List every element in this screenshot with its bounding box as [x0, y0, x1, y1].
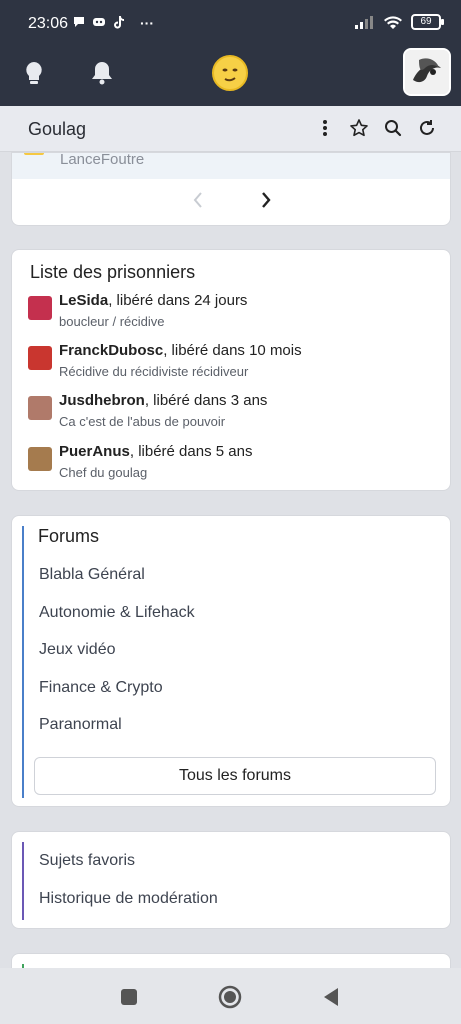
home-button[interactable] — [217, 984, 243, 1010]
prisoners-title: Liste des prisonniers — [30, 262, 196, 282]
favorites-card: Sujets favoris Historique de modération — [11, 831, 451, 929]
prisoner-item[interactable]: LeSida, libéré dans 24 jours boucleur / … — [28, 292, 438, 334]
page-title: Goulag — [28, 119, 87, 139]
status-time: 23:06 — [28, 15, 69, 32]
prisoner-avatar — [28, 346, 52, 370]
prisoners-card: Liste des prisonniers LeSida, libéré dan… — [11, 249, 451, 491]
bell-icon[interactable] — [88, 58, 116, 88]
favorites-accent-bar — [22, 842, 24, 920]
last-messages-card: LanceFoutre — [11, 152, 451, 226]
topic-color-marker — [24, 153, 44, 155]
prisoner-item[interactable]: PuerAnus, libéré dans 5 ans Chef du goul… — [28, 443, 438, 485]
forum-link-finance[interactable]: Finance & Crypto — [39, 679, 163, 697]
star-icon[interactable] — [349, 118, 369, 138]
prisoner-item[interactable]: FranckDubosc, libéré dans 10 mois Récidi… — [28, 342, 438, 384]
recent-apps-button[interactable] — [116, 984, 142, 1010]
prisoner-name[interactable]: LeSida — [59, 292, 108, 309]
notification-icons: ··· — [72, 15, 154, 31]
prisoner-release: , libéré dans 24 jours — [108, 292, 248, 309]
forum-link-autonomie[interactable]: Autonomie & Lifehack — [39, 604, 195, 622]
prisoner-reason: boucleur / récidive — [59, 314, 165, 329]
prisoner-reason: Chef du goulag — [59, 465, 148, 480]
refresh-icon[interactable] — [417, 118, 437, 138]
smiley-avatar[interactable] — [212, 55, 248, 91]
app-header — [0, 48, 461, 106]
forum-link-blabla[interactable]: Blabla Général — [39, 566, 145, 584]
wifi-icon — [384, 16, 402, 29]
more-notifications: ··· — [140, 15, 154, 31]
battery-icon: 69 — [411, 14, 444, 30]
forum-link-jeux-video[interactable]: Jeux vidéo — [39, 641, 116, 659]
forums-accent-bar — [22, 526, 24, 798]
search-icon[interactable] — [383, 118, 403, 138]
back-button[interactable] — [318, 984, 344, 1010]
last-message-user[interactable]: LanceFoutre — [60, 153, 144, 168]
status-bar: 23:06 ··· 69 — [0, 0, 461, 48]
user-avatar[interactable] — [403, 48, 451, 96]
favorite-topics-link[interactable]: Sujets favoris — [39, 852, 135, 870]
chevron-left-icon[interactable] — [192, 191, 204, 214]
last-message-row[interactable]: LanceFoutre — [12, 153, 450, 179]
toolbar-actions — [315, 118, 437, 138]
prisoner-reason: Récidive du récidiviste récidiveur — [59, 364, 249, 379]
moderation-history-link[interactable]: Historique de modération — [39, 890, 218, 908]
forums-card: Forums Blabla Général Autonomie & Lifeha… — [11, 515, 451, 807]
prisoner-name[interactable]: FranckDubosc — [59, 342, 163, 359]
tiktok-icon — [114, 16, 124, 29]
chat-icon — [74, 17, 84, 27]
pagination — [12, 191, 450, 217]
chevron-right-icon[interactable] — [260, 191, 272, 214]
prisoner-avatar — [28, 447, 52, 471]
prisoner-line: PuerAnus, libéré dans 5 ans — [59, 443, 252, 460]
prisoner-line: Jusdhebron, libéré dans 3 ans — [59, 392, 267, 409]
prisoner-release: , libéré dans 5 ans — [129, 443, 253, 460]
forums-title: Forums — [38, 526, 100, 546]
prisoner-line: LeSida, libéré dans 24 jours — [59, 292, 247, 309]
prisoner-line: FranckDubosc, libéré dans 10 mois — [59, 342, 302, 359]
forum-link-paranormal[interactable]: Paranormal — [39, 716, 122, 734]
prisoner-release: , libéré dans 3 ans — [144, 392, 268, 409]
more-vert-icon[interactable] — [315, 118, 335, 138]
prisoner-item[interactable]: Jusdhebron, libéré dans 3 ans Ca c'est d… — [28, 392, 438, 434]
prisoner-name[interactable]: Jusdhebron — [59, 392, 145, 409]
all-forums-button[interactable]: Tous les forums — [34, 757, 436, 795]
prisoner-release: , libéré dans 10 mois — [163, 342, 302, 359]
prisoner-avatar — [28, 396, 52, 420]
signal-icon — [355, 16, 373, 29]
lightbulb-icon[interactable] — [20, 58, 48, 88]
system-nav-bar — [0, 968, 461, 1024]
prisoner-name[interactable]: PuerAnus — [59, 443, 130, 460]
prisoner-reason: Ca c'est de l'abus de pouvoir — [59, 414, 226, 429]
prisoner-avatar — [28, 296, 52, 320]
status-right: 69 — [355, 14, 444, 30]
forum-toolbar: Goulag — [0, 106, 461, 152]
discord-icon — [93, 18, 105, 26]
